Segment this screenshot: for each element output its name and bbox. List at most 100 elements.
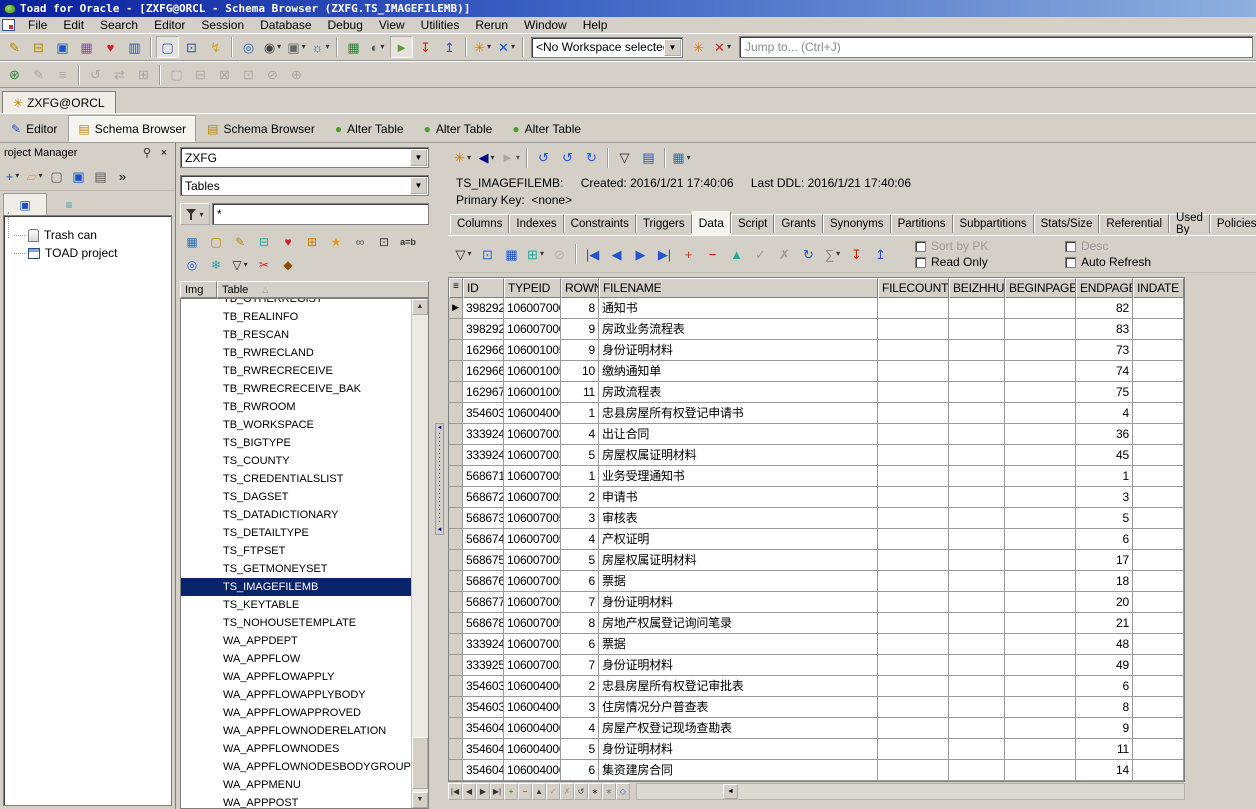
- cell-rowno[interactable]: 5: [561, 739, 599, 759]
- cell-id[interactable]: 568674: [463, 529, 504, 549]
- cell-id[interactable]: 3546037: [463, 403, 504, 423]
- undo-icon[interactable]: ↺: [84, 64, 107, 86]
- cell-beizhhu[interactable]: [949, 319, 1005, 339]
- cell-filecount[interactable]: [878, 718, 949, 738]
- nav-edit-button[interactable]: ▲: [532, 783, 546, 800]
- cell-indate[interactable]: [1133, 592, 1184, 612]
- cell-typeid[interactable]: 1060070054: [504, 571, 561, 591]
- windows-list-icon[interactable]: ▣: [285, 36, 308, 58]
- cell-filecount[interactable]: [878, 424, 949, 444]
- cell-endpage[interactable]: 5: [1076, 508, 1133, 528]
- cell-id[interactable]: 3339250: [463, 655, 504, 675]
- cell-beginpage[interactable]: [1005, 571, 1076, 591]
- checkbox-icon[interactable]: [915, 241, 926, 252]
- cell-rowno[interactable]: 2: [561, 487, 599, 507]
- session-info-icon[interactable]: ☼: [309, 36, 332, 58]
- table-item-ts-county[interactable]: TS_COUNTY: [181, 452, 428, 470]
- run-icon[interactable]: ►: [390, 36, 413, 58]
- cell-filecount[interactable]: [878, 445, 949, 465]
- splitter-collapse-handle[interactable]: ◄ ◄: [435, 423, 444, 535]
- cell-endpage[interactable]: 21: [1076, 613, 1133, 633]
- cell-endpage[interactable]: 36: [1076, 424, 1133, 444]
- cell-beizhhu[interactable]: [949, 718, 1005, 738]
- cell-endpage[interactable]: 73: [1076, 340, 1133, 360]
- cell-beginpage[interactable]: [1005, 508, 1076, 528]
- doc-link-icon[interactable]: ⊘: [261, 64, 284, 86]
- cell-endpage[interactable]: 74: [1076, 361, 1133, 381]
- hscroll-thumb[interactable]: ◄: [723, 784, 738, 799]
- cell-rowno[interactable]: 7: [561, 655, 599, 675]
- cell-id[interactable]: 3339249: [463, 634, 504, 654]
- cell-indate[interactable]: [1133, 529, 1184, 549]
- menu-search[interactable]: Search: [92, 18, 146, 32]
- grid-hscrollbar[interactable]: ◄: [636, 783, 1185, 800]
- name-filter-button[interactable]: ▾: [180, 203, 210, 225]
- open-objects-icon[interactable]: ⊟: [27, 36, 50, 58]
- cell-rowno[interactable]: 10: [561, 361, 599, 381]
- cell-id[interactable]: 3339248: [463, 445, 504, 465]
- nav-first-button[interactable]: |◀: [448, 783, 462, 800]
- wintab-editor[interactable]: ✎Editor: [2, 117, 66, 141]
- cell-beginpage[interactable]: [1005, 424, 1076, 444]
- open-project-icon[interactable]: ▱: [24, 166, 45, 187]
- cell-rowno[interactable]: 4: [561, 424, 599, 444]
- cell-rowno[interactable]: 5: [561, 550, 599, 570]
- cell-beizhhu[interactable]: [949, 634, 1005, 654]
- cell-indate[interactable]: [1133, 655, 1184, 675]
- cell-filename[interactable]: 申请书: [599, 487, 878, 507]
- cell-id[interactable]: 3982924: [463, 298, 504, 318]
- column-header-rowno[interactable]: ROWNO: [561, 278, 599, 298]
- cell-beginpage[interactable]: [1005, 466, 1076, 486]
- cell-rowno[interactable]: 8: [561, 298, 599, 318]
- cell-filecount[interactable]: [878, 508, 949, 528]
- row-selector-cell[interactable]: [449, 424, 463, 444]
- cell-indate[interactable]: [1133, 718, 1184, 738]
- cell-filename[interactable]: 忠县房屋所有权登记申请书: [599, 403, 878, 423]
- pm-tab-projects[interactable]: ▣: [3, 193, 47, 215]
- tab-script[interactable]: Script: [731, 214, 774, 233]
- edit-record-icon[interactable]: ▲: [725, 243, 748, 265]
- tree-item-toad-project[interactable]: TOAD project: [10, 244, 171, 262]
- nav-next-button[interactable]: ▶: [476, 783, 490, 800]
- first-record-icon[interactable]: |◀: [581, 243, 604, 265]
- nav-refresh-button[interactable]: ↺: [574, 783, 588, 800]
- report-icon[interactable]: ▦: [182, 232, 202, 252]
- cell-indate[interactable]: [1133, 487, 1184, 507]
- cell-indate[interactable]: [1133, 403, 1184, 423]
- cell-rowno[interactable]: 7: [561, 592, 599, 612]
- data-export-icon[interactable]: ⊞: [524, 243, 547, 265]
- cell-beginpage[interactable]: [1005, 760, 1076, 780]
- checkbox-icon[interactable]: [1065, 257, 1076, 268]
- data-edit-icon[interactable]: ⊘: [548, 243, 571, 265]
- menu-utilities[interactable]: Utilities: [413, 18, 468, 32]
- cell-id[interactable]: 3546038: [463, 676, 504, 696]
- cell-typeid[interactable]: 1060070054: [504, 466, 561, 486]
- table-item-ts-dagset[interactable]: TS_DAGSET: [181, 488, 428, 506]
- tab-policies[interactable]: Policies: [1210, 214, 1256, 233]
- cell-indate[interactable]: [1133, 319, 1184, 339]
- refresh-item-icon[interactable]: ↺: [556, 147, 579, 169]
- cell-endpage[interactable]: 17: [1076, 550, 1133, 570]
- object-type-dropdown-icon[interactable]: ▼: [410, 177, 427, 194]
- panel-splitter[interactable]: ◄ ◄: [432, 143, 448, 809]
- cell-beginpage[interactable]: [1005, 634, 1076, 654]
- tab-indexes[interactable]: Indexes: [509, 214, 563, 233]
- tab-synonyms[interactable]: Synonyms: [823, 214, 891, 233]
- cell-beizhhu[interactable]: [949, 487, 1005, 507]
- cell-typeid[interactable]: 1060040065: [504, 739, 561, 759]
- cell-beizhhu[interactable]: [949, 340, 1005, 360]
- cell-rowno[interactable]: 2: [561, 676, 599, 696]
- cell-filename[interactable]: 房屋权属证明材料: [599, 550, 878, 570]
- cell-indate[interactable]: [1133, 697, 1184, 717]
- cell-filecount[interactable]: [878, 760, 949, 780]
- data-copy-icon[interactable]: ⊡: [476, 243, 499, 265]
- workspace-save-icon[interactable]: ✳: [687, 36, 710, 58]
- cell-id[interactable]: 1629668: [463, 340, 504, 360]
- filter-icon[interactable]: ▽: [613, 147, 636, 169]
- schema-combobox[interactable]: ZXFG ▼: [180, 147, 429, 168]
- mdi-child-icon[interactable]: [2, 19, 15, 31]
- cell-beizhhu[interactable]: [949, 466, 1005, 486]
- describe-window-icon[interactable]: ▣: [51, 36, 74, 58]
- cell-endpage[interactable]: 75: [1076, 382, 1133, 402]
- new-file-icon[interactable]: ✎: [3, 36, 26, 58]
